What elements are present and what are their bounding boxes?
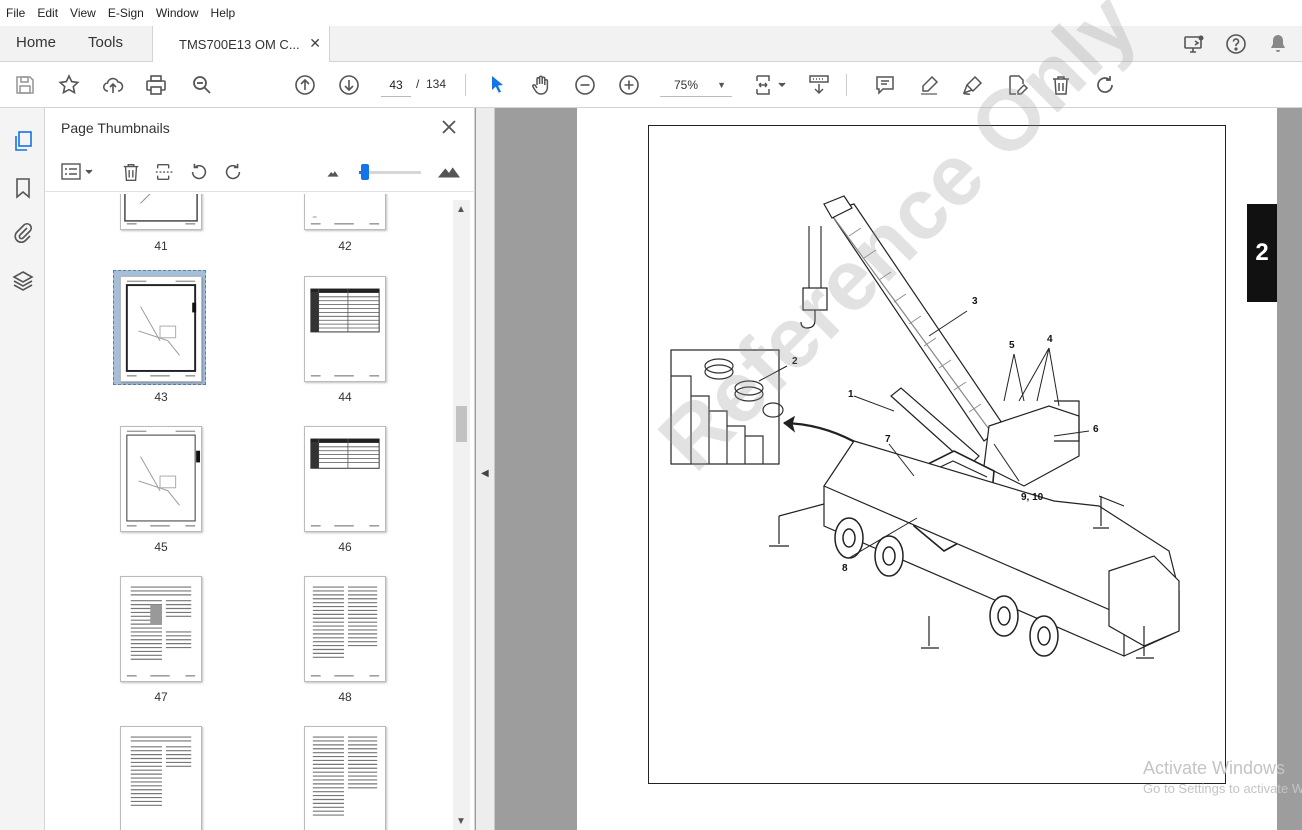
page-separator: / <box>416 77 420 91</box>
thumbnail-label: 44 <box>338 390 352 404</box>
callout-label: 6 <box>1093 424 1099 435</box>
save-icon[interactable] <box>12 72 38 98</box>
page-thumbnails-panel: Page Thumbnails 41 42 43 44 45 46 47 48 … <box>45 108 475 830</box>
notifications-bell-icon[interactable] <box>1266 32 1290 59</box>
menu-file[interactable]: File <box>6 6 25 20</box>
rotate-clockwise-pages-icon[interactable] <box>221 160 245 184</box>
callout-label: 3 <box>972 296 978 307</box>
rotate-counterclockwise-icon[interactable] <box>187 160 211 184</box>
thumbnail-size-slider-handle[interactable] <box>361 164 370 180</box>
activate-windows-subtitle: Go to Settings to activate Windows. <box>1143 781 1302 796</box>
activate-windows-overlay: Activate Windows Go to Settings to activ… <box>1143 758 1302 796</box>
thumbnail-label: 48 <box>338 690 352 704</box>
chevron-down-icon: ▼ <box>717 79 726 90</box>
scroll-down-icon[interactable]: ▼ <box>456 816 466 827</box>
menu-help[interactable]: Help <box>211 6 236 20</box>
thumbnail-page-43[interactable] <box>120 276 202 382</box>
close-tab-icon[interactable]: ✕ <box>309 35 321 52</box>
thumbnail-page-45[interactable] <box>120 426 202 532</box>
navigation-rail <box>0 108 45 830</box>
callout-label: 9, 10 <box>1021 492 1044 503</box>
callout-label: 5 <box>1009 340 1015 351</box>
callout-label: 4 <box>1047 334 1053 345</box>
thumbnail-page-48[interactable] <box>304 576 386 682</box>
tab-document-title: TMS700E13 OM C... <box>179 37 300 52</box>
thumbnail-page-41[interactable] <box>120 194 202 230</box>
zoom-search-icon[interactable] <box>189 72 215 98</box>
zoom-out-icon[interactable] <box>572 72 598 98</box>
close-panel-icon[interactable] <box>439 117 459 137</box>
total-pages: 134 <box>426 77 447 91</box>
callout-label: 7 <box>885 434 891 445</box>
thumbnail-page-50[interactable] <box>304 726 386 830</box>
page-number-input[interactable] <box>381 73 411 97</box>
delete-pages-icon[interactable] <box>119 160 143 184</box>
menu-edit[interactable]: Edit <box>37 6 58 20</box>
thumbnail-label: 45 <box>154 540 168 554</box>
thumbnail-toolbar <box>45 152 475 192</box>
comment-icon[interactable] <box>872 72 898 98</box>
thumbnail-page-44[interactable] <box>304 276 386 382</box>
print-icon[interactable] <box>143 72 169 98</box>
thumbnail-options-menu-icon[interactable] <box>59 160 97 184</box>
zoom-level-select[interactable]: 75% ▼ <box>660 73 732 97</box>
thumbnail-page-47[interactable] <box>120 576 202 682</box>
thumbnail-page-49[interactable] <box>120 726 202 830</box>
attachments-paperclip-icon[interactable] <box>10 220 36 246</box>
menu-esign[interactable]: E-Sign <box>108 6 144 20</box>
large-mountain-icon <box>435 160 463 184</box>
next-page-icon[interactable] <box>336 72 362 98</box>
tab-tools[interactable]: Tools <box>88 34 123 51</box>
thumbnail-label: 47 <box>154 690 168 704</box>
callout-label: 8 <box>842 563 848 574</box>
collapse-arrow-icon: ◀ <box>481 468 489 479</box>
menu-window[interactable]: Window <box>156 6 199 20</box>
tab-document[interactable]: TMS700E13 OM C... ✕ <box>152 26 330 63</box>
activate-windows-title: Activate Windows <box>1143 758 1286 778</box>
bookmarks-icon[interactable] <box>10 175 36 201</box>
select-cursor-icon[interactable] <box>484 72 510 98</box>
scrollbar-thumb[interactable] <box>456 406 467 442</box>
toolbar-divider <box>846 74 847 96</box>
thumbnail-label: 41 <box>154 239 168 253</box>
thumbnail-page-42[interactable] <box>304 194 386 230</box>
help-icon[interactable] <box>1224 32 1248 59</box>
bookmark-star-icon[interactable] <box>56 72 82 98</box>
panel-title: Page Thumbnails <box>61 120 170 136</box>
chapter-tab: 2 <box>1247 204 1277 302</box>
thumbnail-scrollbar[interactable]: ▲ ▼ <box>453 200 470 830</box>
thumbnail-label: 43 <box>154 390 168 404</box>
share-screen-icon[interactable] <box>1182 32 1206 59</box>
page-thumbnails-icon[interactable] <box>10 128 36 154</box>
cloud-upload-icon[interactable] <box>100 72 126 98</box>
extract-pages-icon[interactable] <box>153 160 177 184</box>
scroll-up-icon[interactable]: ▲ <box>456 204 466 215</box>
hand-tool-icon[interactable] <box>528 72 554 98</box>
scroll-mode-icon[interactable] <box>806 72 832 98</box>
tab-home[interactable]: Home <box>16 34 56 51</box>
thumbnail-label: 46 <box>338 540 352 554</box>
zoom-in-icon[interactable] <box>616 72 642 98</box>
previous-page-icon[interactable] <box>292 72 318 98</box>
fit-page-icon[interactable] <box>750 72 790 98</box>
callout-label: 1 <box>848 389 854 400</box>
zoom-level-value: 75% <box>674 77 699 92</box>
thumbnail-grid: 41 42 43 44 45 46 47 48 <box>45 194 458 830</box>
thumbnail-page-46[interactable] <box>304 426 386 532</box>
small-mountain-icon <box>321 160 345 184</box>
toolbar-divider <box>465 74 466 96</box>
layers-icon[interactable] <box>10 268 36 294</box>
highlight-pen-icon[interactable] <box>916 72 942 98</box>
thumbnail-label: 42 <box>338 239 352 253</box>
menu-view[interactable]: View <box>70 6 96 20</box>
collapse-panel-handle[interactable]: ◀ <box>476 108 495 830</box>
